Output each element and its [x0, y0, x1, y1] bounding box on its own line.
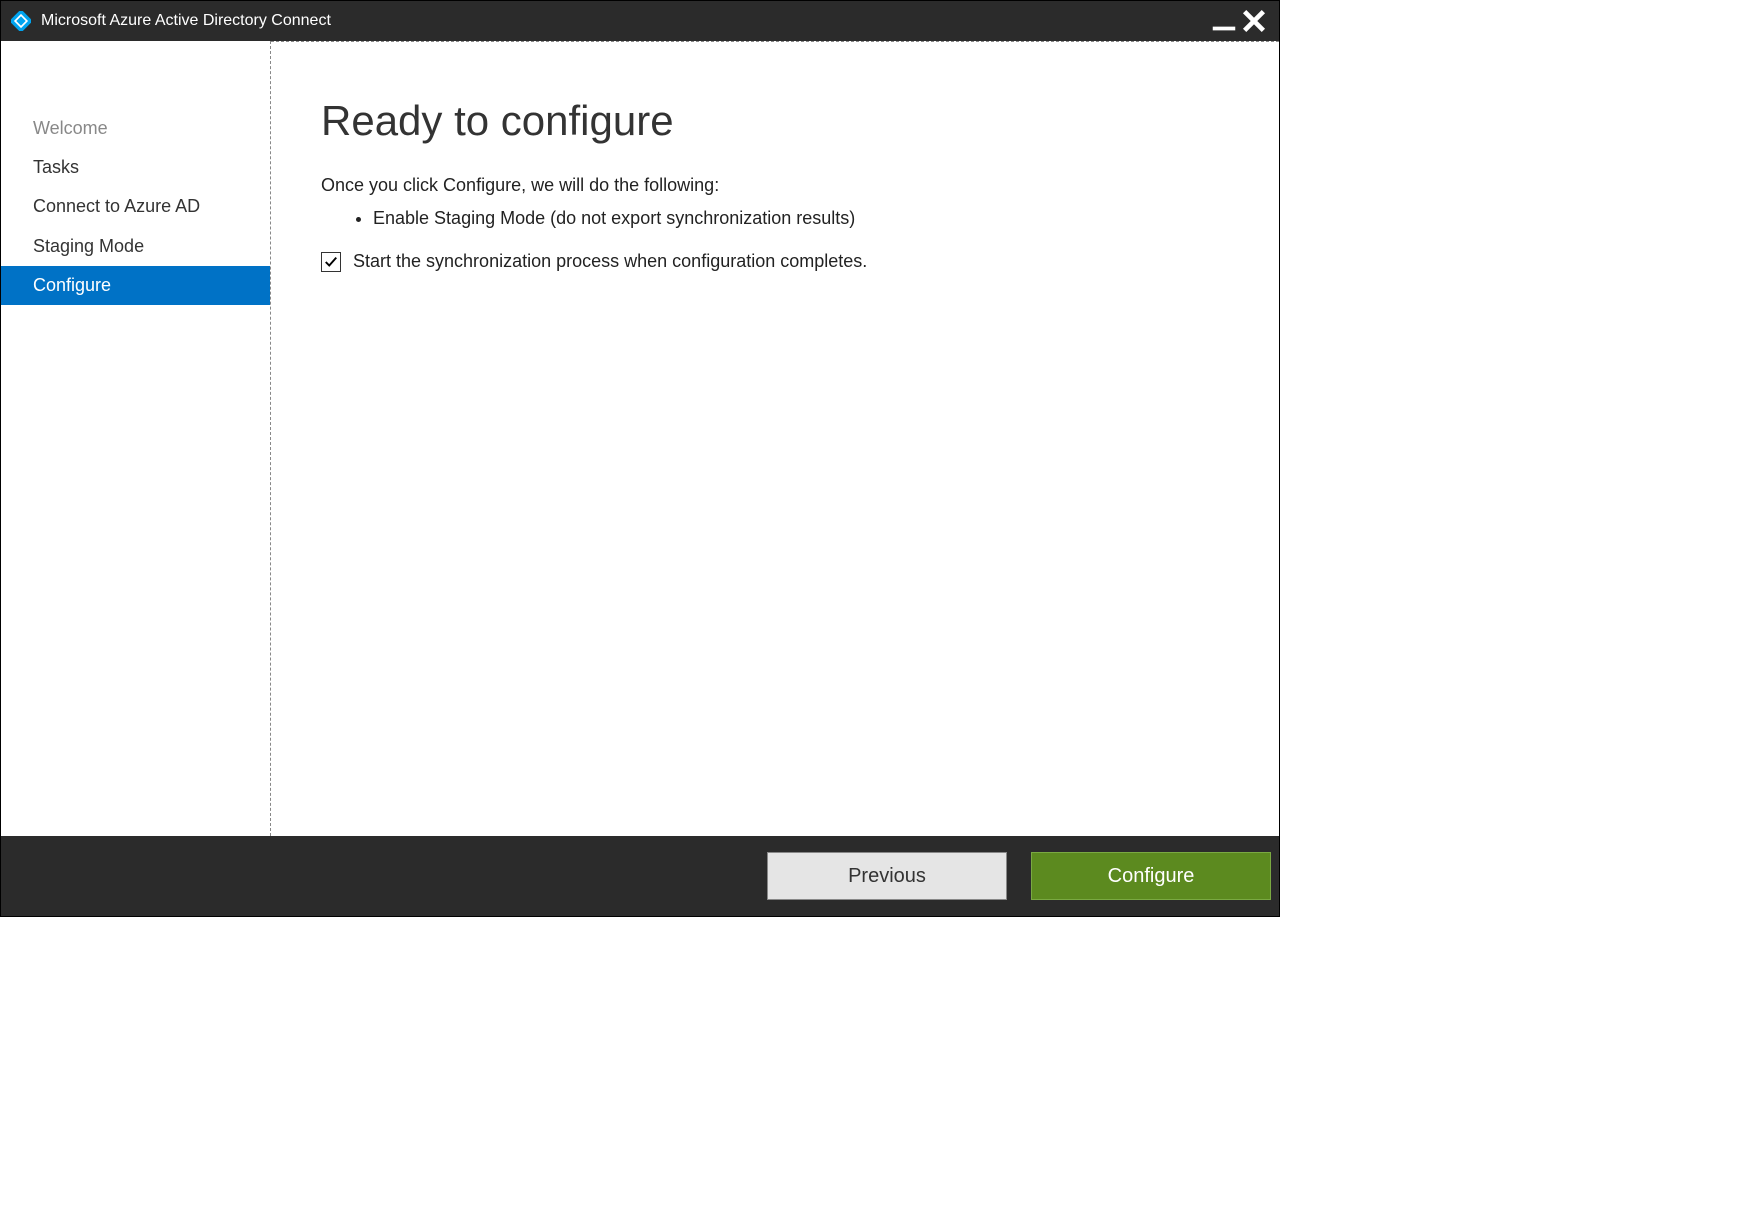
- previous-button[interactable]: Previous: [767, 852, 1007, 900]
- close-icon: [1239, 6, 1269, 36]
- intro-text: Once you click Configure, we will do the…: [321, 175, 1229, 196]
- checkmark-icon: [324, 255, 338, 269]
- wizard-window: Microsoft Azure Active Directory Connect…: [0, 0, 1280, 917]
- action-item: Enable Staging Mode (do not export synch…: [373, 208, 1229, 229]
- body-area: Welcome Tasks Connect to Azure AD Stagin…: [1, 41, 1279, 836]
- action-list: Enable Staging Mode (do not export synch…: [373, 208, 1229, 229]
- minimize-icon: [1209, 6, 1239, 36]
- sidebar-item-configure[interactable]: Configure: [1, 266, 270, 305]
- start-sync-checkbox[interactable]: [321, 252, 341, 272]
- main-content: Ready to configure Once you click Config…: [271, 41, 1279, 836]
- sidebar: Welcome Tasks Connect to Azure AD Stagin…: [1, 41, 271, 836]
- titlebar-title: Microsoft Azure Active Directory Connect: [41, 12, 1209, 30]
- titlebar: Microsoft Azure Active Directory Connect: [1, 1, 1279, 41]
- sidebar-item-tasks[interactable]: Tasks: [1, 148, 270, 187]
- footer: Previous Configure: [1, 836, 1279, 916]
- minimize-button[interactable]: [1209, 6, 1239, 36]
- sidebar-item-welcome[interactable]: Welcome: [1, 109, 270, 148]
- close-button[interactable]: [1239, 6, 1269, 36]
- sidebar-item-staging-mode[interactable]: Staging Mode: [1, 227, 270, 266]
- app-icon: [11, 11, 31, 31]
- sidebar-item-connect-azure-ad[interactable]: Connect to Azure AD: [1, 187, 270, 226]
- start-sync-label: Start the synchronization process when c…: [353, 251, 867, 272]
- start-sync-checkbox-row: Start the synchronization process when c…: [321, 251, 1229, 272]
- configure-button[interactable]: Configure: [1031, 852, 1271, 900]
- page-heading: Ready to configure: [321, 97, 1229, 145]
